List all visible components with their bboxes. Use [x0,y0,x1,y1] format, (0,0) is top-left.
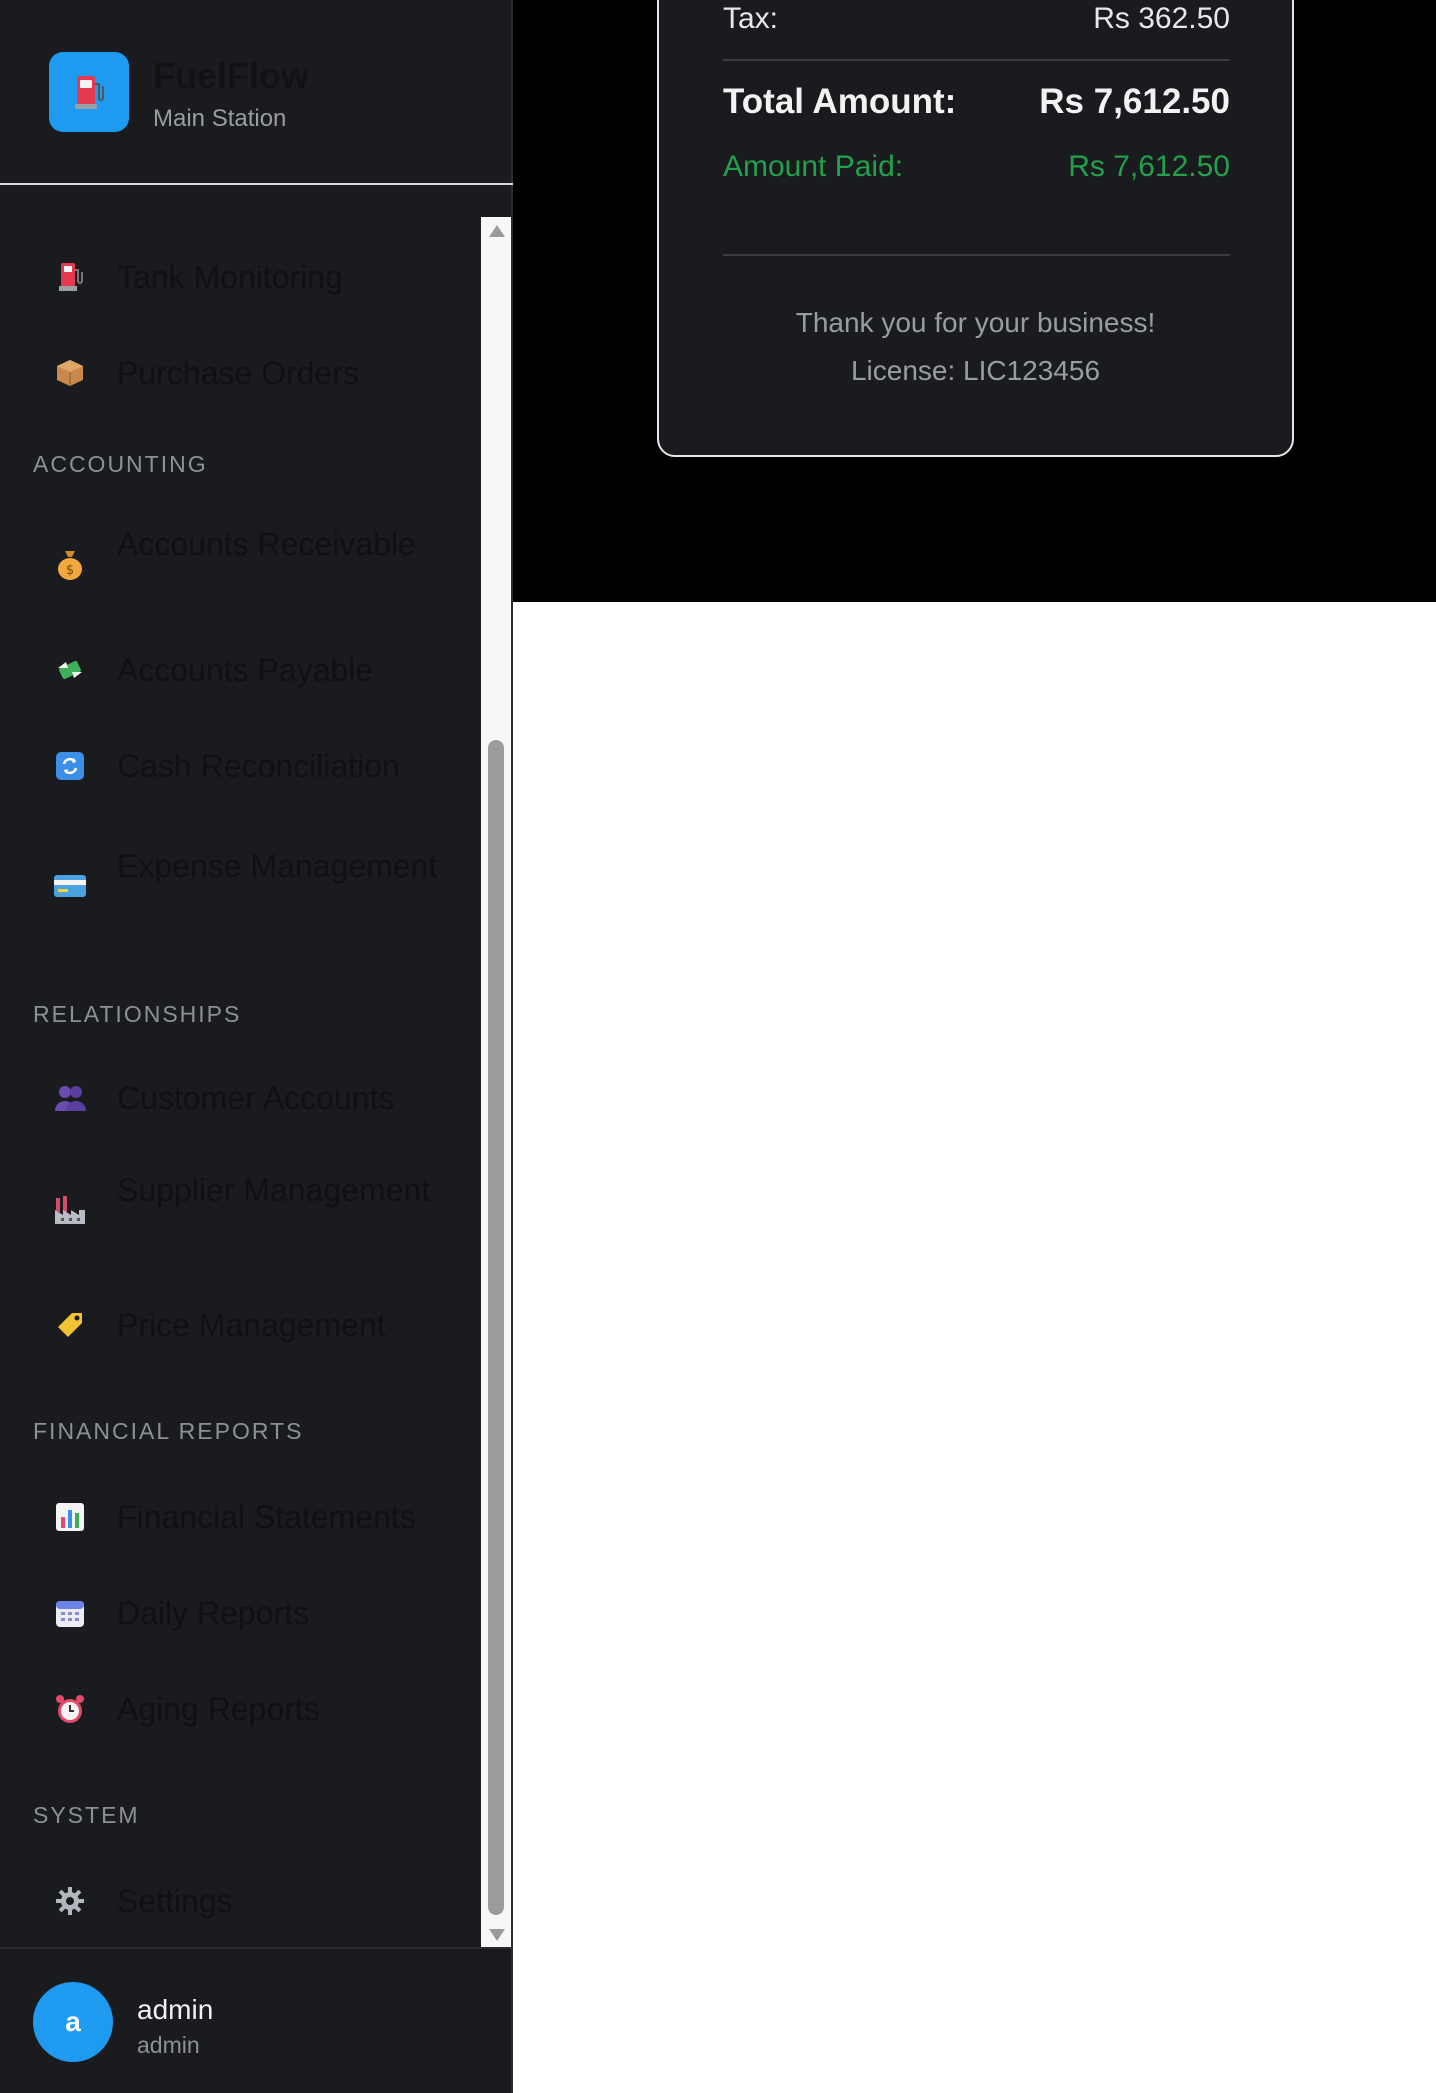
tax-row: Tax: Rs 362.50 [723,2,1230,36]
divider [723,59,1230,61]
scrollbar-thumb[interactable] [488,740,504,1915]
divider [723,254,1230,256]
sidebar-item-label: Accounts Receivable [117,526,416,562]
sidebar-item-label: Aging Reports [117,1691,320,1727]
brand-header: FuelFlow Main Station [0,0,513,185]
user-name: admin [137,1994,214,2025]
total-label: Total Amount: [723,82,957,121]
section-heading-financial-reports: FINANCIAL REPORTS [33,1418,304,1444]
money-wings-icon [52,652,88,688]
sidebar-item-settings[interactable]: Settings [0,1861,480,1941]
paid-label: Amount Paid: [723,150,904,183]
sidebar-item-label: Purchase Orders [117,355,359,391]
sidebar-item-financial-statements[interactable]: Financial Statements [0,1477,480,1557]
tax-value: Rs 362.50 [1093,2,1230,35]
credit-card-icon [52,868,88,904]
sidebar-item-label: Price Management [117,1307,386,1343]
sidebar: FuelFlow Main Station Tank Monitoring Pu… [0,0,513,2093]
sidebar-item-label: Financial Statements [117,1499,416,1535]
sidebar-item-label: Daily Reports [117,1595,310,1631]
sidebar-item-label: Supplier Management [117,1172,431,1208]
svg-text:$: $ [66,563,74,578]
paid-row: Amount Paid: Rs 7,612.50 [723,150,1230,184]
sidebar-item-tank-monitoring[interactable]: Tank Monitoring [0,237,480,317]
thank-you-text: Thank you for your business! [795,307,1156,338]
sidebar-item-accounts-receivable[interactable]: $ Accounts Receivable [0,512,480,616]
gear-icon [52,1883,88,1919]
total-row: Total Amount: Rs 7,612.50 [723,82,1230,122]
fuel-pump-icon [49,52,129,132]
sidebar-item-accounts-payable[interactable]: Accounts Payable [0,630,480,710]
sidebar-item-customer-accounts[interactable]: Customer Accounts [0,1058,480,1138]
sidebar-item-label: Settings [117,1883,233,1919]
receipt-overlay: Tax: Rs 362.50 Total Amount: Rs 7,612.50… [513,0,1436,602]
sidebar-item-purchase-orders[interactable]: Purchase Orders [0,333,480,413]
factory-icon [52,1192,88,1228]
sidebar-item-label: Expense Management [117,848,438,884]
people-icon [52,1080,88,1116]
sidebar-item-label: Tank Monitoring [117,259,343,295]
sidebar-item-label: Cash Reconciliation [117,748,400,784]
sidebar-item-aging-reports[interactable]: Aging Reports [0,1669,480,1749]
fuel-pump-icon [52,259,88,295]
sidebar-item-cash-reconciliation[interactable]: Cash Reconciliation [0,726,480,806]
alarm-clock-icon [52,1691,88,1727]
user-role: admin [137,2032,200,2058]
sidebar-scrollbar[interactable] [481,217,511,1947]
paid-value: Rs 7,612.50 [1068,150,1230,183]
sidebar-item-daily-reports[interactable]: Daily Reports [0,1573,480,1653]
sidebar-item-expense-management[interactable]: Expense Management [0,834,480,938]
total-value: Rs 7,612.50 [1039,82,1230,121]
avatar[interactable]: a [33,1982,113,2062]
sidebar-item-supplier-management[interactable]: Supplier Management [0,1158,480,1262]
station-name: Main Station [153,105,287,132]
refresh-icon [52,748,88,784]
scroll-down-arrow-icon[interactable] [489,1929,505,1941]
scroll-up-arrow-icon[interactable] [489,225,505,237]
sidebar-item-price-management[interactable]: Price Management [0,1285,480,1365]
nav-menu: Tank Monitoring Purchase Orders ACCOUNTI… [0,217,480,1947]
section-heading-system: SYSTEM [33,1802,140,1828]
receipt-card: Tax: Rs 362.50 Total Amount: Rs 7,612.50… [657,0,1294,457]
tax-label: Tax: [723,2,779,35]
price-tag-icon [52,1307,88,1343]
license-text: License: LIC123456 [850,355,1101,386]
sidebar-item-label: Customer Accounts [117,1080,395,1116]
sidebar-item-label: Accounts Payable [117,652,374,688]
money-bag-icon: $ [52,546,88,582]
user-profile[interactable]: a admin admin [0,1947,511,2093]
calendar-icon [52,1595,88,1631]
section-heading-accounting: ACCOUNTING [33,451,208,477]
brand-name: FuelFlow [153,55,309,96]
package-icon [52,355,88,391]
section-heading-relationships: RELATIONSHIPS [33,1001,242,1027]
bar-chart-icon [52,1499,88,1535]
